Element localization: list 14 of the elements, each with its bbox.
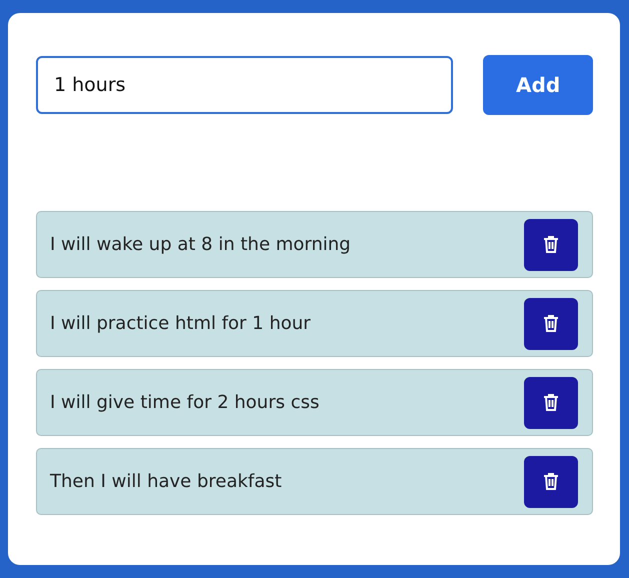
task-text: I will give time for 2 hours css [50, 392, 320, 413]
task-text: I will wake up at 8 in the morning [50, 234, 351, 255]
add-button[interactable]: Add [483, 55, 593, 115]
delete-button[interactable] [524, 298, 578, 350]
delete-button[interactable] [524, 376, 578, 428]
task-text: I will practice html for 1 hour [50, 313, 311, 334]
task-text: Then I will have breakfast [50, 471, 282, 492]
delete-button[interactable] [524, 456, 578, 508]
delete-button[interactable] [524, 218, 578, 270]
trash-icon [543, 393, 559, 412]
trash-icon [543, 235, 559, 254]
trash-icon [543, 314, 559, 333]
trash-icon [543, 472, 559, 491]
task-input[interactable]: 1 hours [36, 56, 454, 114]
